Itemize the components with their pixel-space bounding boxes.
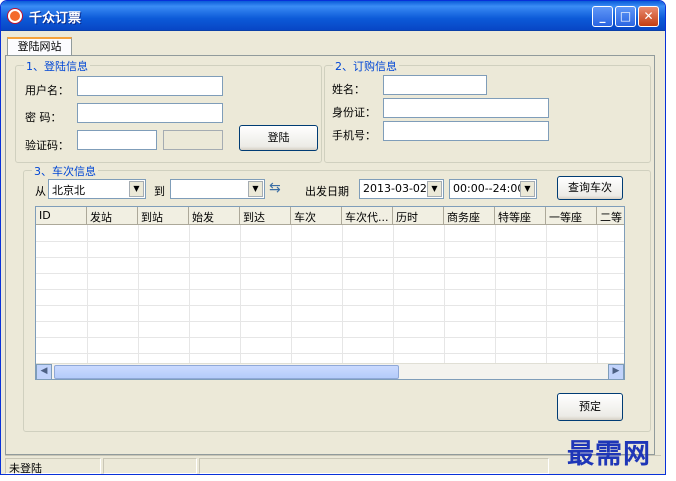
train-info-title: 3、车次信息 [32, 163, 98, 179]
column-divider [240, 225, 241, 365]
date-picker[interactable]: 2013-03-02 ▼ [359, 179, 444, 199]
column-header[interactable]: 车次代... [342, 207, 393, 225]
column-divider [495, 225, 496, 365]
horizontal-scrollbar[interactable]: ◀ ▶ [36, 363, 624, 379]
from-label: 从 [35, 185, 46, 198]
password-label: 密 码： [25, 111, 62, 124]
column-divider [444, 225, 445, 365]
table-row[interactable] [36, 353, 624, 354]
table-row[interactable] [36, 305, 624, 306]
maximize-button[interactable]: □ [615, 6, 636, 27]
column-header[interactable]: 一等座 [546, 207, 597, 225]
status-panel [103, 458, 197, 474]
column-divider [342, 225, 343, 365]
login-info-title: 1、登陆信息 [24, 58, 90, 74]
time-range-value: 00:00--24:00 [453, 182, 525, 195]
table-row[interactable] [36, 337, 624, 338]
chevron-down-icon[interactable]: ▼ [427, 181, 442, 197]
from-station-value: 北京北 [52, 184, 85, 197]
chevron-down-icon[interactable]: ▼ [520, 181, 535, 197]
column-header[interactable]: 二等 [597, 207, 624, 225]
column-header[interactable]: 商务座 [444, 207, 495, 225]
column-divider [597, 225, 598, 365]
watermark-text: 最需网 [567, 439, 651, 470]
captcha-image[interactable] [163, 130, 223, 150]
table-row[interactable] [36, 241, 624, 242]
id-card-label: 身份证： [332, 106, 376, 119]
column-header[interactable]: 到站 [138, 207, 189, 225]
to-label: 到 [154, 185, 165, 198]
username-input[interactable] [77, 76, 223, 96]
column-header[interactable]: 特等座 [495, 207, 546, 225]
query-trains-button[interactable]: 查询车次 [557, 176, 623, 200]
username-label: 用户名： [25, 84, 69, 97]
table-header: ID 发站 到站 始发 到达 车次 车次代... 历时 商务座 特等座 一等座 … [36, 207, 624, 225]
train-results-table[interactable]: ID 发站 到站 始发 到达 车次 车次代... 历时 商务座 特等座 一等座 … [35, 206, 625, 380]
column-header[interactable]: 始发 [189, 207, 240, 225]
tab-login-site[interactable]: 登陆网站 [7, 37, 72, 56]
main-window: 千众订票 _ □ ✕ 登陆网站 1、登陆信息 用户名： 密 码： 验证码： 登陆… [0, 0, 666, 475]
column-divider [291, 225, 292, 365]
order-info-title: 2、订购信息 [333, 58, 399, 74]
scroll-thumb[interactable] [54, 365, 399, 379]
minimize-button[interactable]: _ [592, 6, 613, 27]
scroll-left-icon[interactable]: ◀ [36, 364, 52, 379]
column-divider [138, 225, 139, 365]
table-row[interactable] [36, 257, 624, 258]
column-header[interactable]: 到达 [240, 207, 291, 225]
app-icon [8, 9, 22, 23]
column-divider [393, 225, 394, 365]
book-button[interactable]: 预定 [557, 393, 623, 421]
column-header[interactable]: 发站 [87, 207, 138, 225]
table-row[interactable] [36, 321, 624, 322]
name-input[interactable] [383, 75, 487, 95]
chevron-down-icon[interactable]: ▼ [248, 181, 263, 197]
status-bar: 未登陆 [5, 455, 661, 474]
column-header[interactable]: 历时 [393, 207, 444, 225]
table-row[interactable] [36, 273, 624, 274]
captcha-label: 验证码： [25, 139, 69, 152]
captcha-input[interactable] [77, 130, 157, 150]
chevron-down-icon[interactable]: ▼ [129, 181, 144, 197]
column-divider [546, 225, 547, 365]
column-header[interactable]: ID [36, 207, 87, 225]
column-divider [87, 225, 88, 365]
phone-label: 手机号： [332, 129, 376, 142]
status-text: 未登陆 [5, 458, 101, 474]
close-button[interactable]: ✕ [638, 6, 659, 27]
phone-input[interactable] [383, 121, 549, 141]
status-panel [199, 458, 549, 474]
table-row[interactable] [36, 289, 624, 290]
date-value: 2013-03-02 [363, 182, 427, 195]
to-station-select[interactable]: ▼ [170, 179, 265, 199]
column-divider [189, 225, 190, 365]
name-label: 姓名： [332, 83, 365, 96]
window-title: 千众订票 [29, 11, 82, 26]
login-button[interactable]: 登陆 [239, 125, 318, 151]
scroll-right-icon[interactable]: ▶ [608, 364, 624, 379]
title-bar[interactable]: 千众订票 _ □ ✕ [1, 1, 665, 31]
password-input[interactable] [77, 103, 223, 123]
from-station-select[interactable]: 北京北 ▼ [48, 179, 146, 199]
time-range-select[interactable]: 00:00--24:00 ▼ [449, 179, 537, 199]
date-label: 出发日期 [305, 185, 349, 198]
id-card-input[interactable] [383, 98, 549, 118]
column-header[interactable]: 车次 [291, 207, 342, 225]
swap-stations-icon[interactable]: ⇆ [269, 180, 281, 196]
